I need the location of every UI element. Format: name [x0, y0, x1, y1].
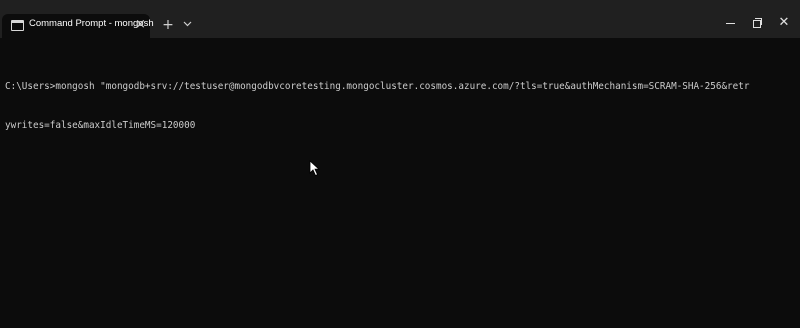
tab-command-prompt[interactable]: Command Prompt - mongosh ×: [2, 14, 154, 38]
mouse-pointer-icon: [309, 160, 321, 177]
minimize-button[interactable]: [720, 13, 740, 33]
tab-dropdown-button[interactable]: [181, 15, 193, 35]
command-line-1: C:\Users>mongosh "mongodb+srv://testuser…: [5, 81, 750, 92]
terminal-output[interactable]: C:\Users>mongosh "mongodb+srv://testuser…: [5, 54, 795, 158]
chevron-down-icon: [183, 21, 191, 27]
terminal-window: Command Prompt - mongosh × + ✕ C:\Users>…: [0, 0, 800, 328]
tab-close-button[interactable]: ×: [135, 16, 146, 34]
restore-button[interactable]: [747, 13, 767, 33]
command-line-2: ywrites=false&maxIdleTimeMS=120000: [5, 120, 196, 131]
title-bar[interactable]: Command Prompt - mongosh × + ✕: [0, 0, 800, 38]
terminal-icon: [11, 20, 24, 31]
restore-icon: [753, 18, 762, 28]
close-window-button[interactable]: ✕: [774, 13, 794, 33]
minimize-icon: [725, 23, 735, 24]
new-tab-button[interactable]: +: [161, 15, 175, 35]
